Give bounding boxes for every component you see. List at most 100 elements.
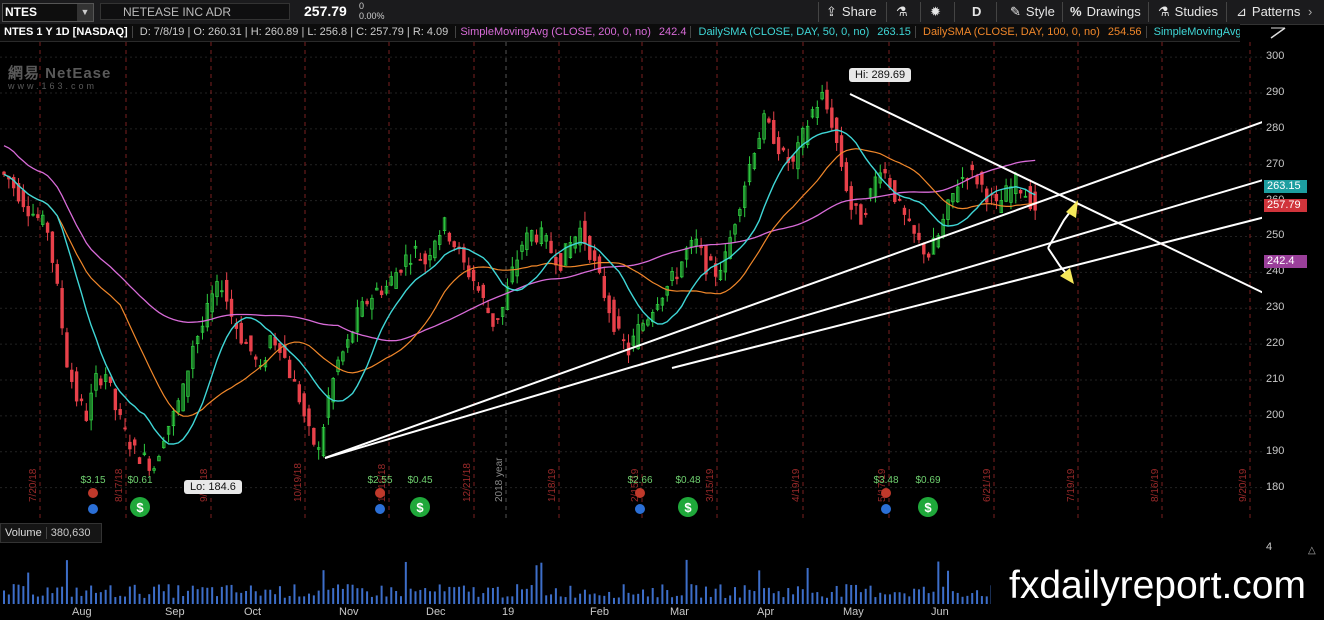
candle-body bbox=[462, 247, 466, 263]
study-sma200-label[interactable]: SimpleMovingAvg (CLOSE, 200, 0, no) bbox=[456, 26, 655, 38]
volume-bar bbox=[951, 591, 954, 604]
volume-bar bbox=[554, 588, 557, 604]
volume-bar bbox=[506, 596, 509, 604]
y-tick-label: 220 bbox=[1266, 337, 1285, 350]
candle-body bbox=[675, 276, 679, 280]
price-chart[interactable]: 7/20/188/17/189/14/1810/19/1811/16/1812/… bbox=[0, 42, 1262, 521]
volume-bar bbox=[32, 594, 35, 604]
volume-bar bbox=[182, 595, 185, 604]
volume-bar bbox=[269, 589, 272, 604]
volume-bar bbox=[617, 597, 620, 604]
x-tick-label: May bbox=[843, 606, 864, 618]
drawings-label: Drawings bbox=[1086, 4, 1141, 19]
volume-bar bbox=[80, 595, 83, 604]
symbol-input[interactable] bbox=[5, 4, 75, 20]
period-label: 9/20/19 bbox=[1238, 468, 1249, 502]
period-label: 6/21/19 bbox=[982, 468, 993, 502]
volume-bar bbox=[922, 586, 925, 604]
volume-bar bbox=[942, 586, 945, 604]
study-extra-label[interactable]: SimpleMovingAvg ... bbox=[1150, 26, 1240, 38]
volume-bar bbox=[898, 592, 901, 604]
volume-bar bbox=[671, 597, 674, 604]
separator bbox=[954, 2, 955, 22]
collapse-triangle-icon[interactable]: △ bbox=[1308, 545, 1316, 556]
draw-tool-icon[interactable] bbox=[1268, 25, 1288, 40]
dividend-label: $3.15 bbox=[80, 475, 105, 486]
symbol-dropdown-icon[interactable]: ▼ bbox=[77, 4, 93, 21]
volume-bar bbox=[835, 585, 838, 604]
volume-bar bbox=[414, 591, 417, 604]
volume-bar bbox=[399, 596, 402, 604]
candle-body bbox=[839, 135, 844, 167]
logo-name: 網易 NetEase bbox=[8, 65, 112, 82]
volume-bar bbox=[307, 593, 310, 604]
volume-bar bbox=[109, 585, 112, 604]
patterns-label: Patterns bbox=[1251, 4, 1301, 19]
percent-icon: % bbox=[1070, 4, 1082, 19]
candle-body bbox=[244, 341, 248, 344]
price-tag-last: 257.79 bbox=[1264, 199, 1307, 212]
candle-body bbox=[864, 212, 868, 215]
volume-bar bbox=[511, 596, 514, 604]
x-tick-label: Sep bbox=[165, 606, 185, 618]
volume-bar bbox=[395, 591, 398, 604]
earnings-icon bbox=[881, 488, 891, 498]
volume-bar bbox=[530, 585, 533, 604]
change-percent: 0.00% bbox=[359, 11, 385, 21]
settings-button[interactable]: ✹ bbox=[930, 2, 941, 22]
volume-bar bbox=[690, 584, 693, 604]
style-button[interactable]: ✎ Style bbox=[1010, 2, 1055, 22]
volume-bar bbox=[361, 588, 364, 604]
volume-bar bbox=[133, 584, 136, 604]
more-chevron-icon[interactable]: › bbox=[1308, 2, 1312, 22]
volume-bar bbox=[409, 588, 412, 604]
volume-bar bbox=[830, 591, 833, 604]
volume-bar bbox=[438, 584, 441, 604]
candle-body bbox=[74, 371, 79, 402]
flask-button[interactable]: ⚗ bbox=[896, 2, 908, 22]
patterns-button[interactable]: ⊿ Patterns bbox=[1236, 2, 1300, 22]
volume-bar bbox=[908, 596, 911, 604]
volume-bar bbox=[283, 597, 286, 604]
dividend-label: $0.48 bbox=[675, 475, 700, 486]
volume-bar bbox=[535, 565, 538, 604]
patterns-icon: ⊿ bbox=[1236, 4, 1247, 19]
volume-bar bbox=[240, 592, 243, 604]
candle-body bbox=[254, 356, 258, 360]
volume-bar bbox=[433, 591, 436, 604]
drawings-button[interactable]: % Drawings bbox=[1070, 2, 1141, 22]
candle-body bbox=[912, 225, 916, 234]
volume-bar bbox=[230, 584, 233, 604]
study-sma50-value: 263.15 bbox=[873, 26, 916, 38]
study-sma100-label[interactable]: DailySMA (CLOSE, DAY, 100, 0, no) bbox=[919, 26, 1104, 38]
candle-body bbox=[297, 384, 302, 403]
symbol-box[interactable]: ▼ bbox=[2, 3, 94, 22]
volume-bar bbox=[288, 595, 291, 604]
candle-body bbox=[418, 259, 423, 261]
share-button[interactable]: ⇪ Share bbox=[826, 2, 877, 22]
volume-header: Volume 380,630 bbox=[0, 523, 102, 543]
candle-body bbox=[60, 288, 64, 329]
gear-icon: ✹ bbox=[930, 4, 941, 19]
x-tick-label: Nov bbox=[339, 606, 359, 618]
study-sma50-label[interactable]: DailySMA (CLOSE, DAY, 50, 0, no) bbox=[695, 26, 874, 38]
volume-bar bbox=[375, 595, 378, 604]
info-bulb-icon bbox=[375, 504, 385, 514]
last-price: 257.79 bbox=[304, 3, 347, 19]
candle-body bbox=[481, 284, 485, 298]
trend-line bbox=[849, 93, 1262, 294]
volume-bar bbox=[976, 590, 979, 604]
y-tick-label: 210 bbox=[1266, 372, 1285, 385]
volume-bar bbox=[196, 589, 199, 604]
studies-button[interactable]: ⚗ Studies bbox=[1158, 2, 1218, 22]
study-sma100-value: 254.56 bbox=[1103, 26, 1147, 38]
interval-button[interactable]: D bbox=[972, 2, 981, 22]
volume-bar bbox=[651, 587, 654, 604]
volume-bar bbox=[661, 584, 664, 604]
volume-bar bbox=[859, 592, 862, 604]
candle-body bbox=[79, 398, 84, 402]
volume-bar bbox=[235, 592, 238, 604]
period-label: 8/16/19 bbox=[1150, 468, 1161, 502]
candle-body bbox=[137, 457, 142, 464]
period-label: 1/18/19 bbox=[547, 468, 558, 502]
